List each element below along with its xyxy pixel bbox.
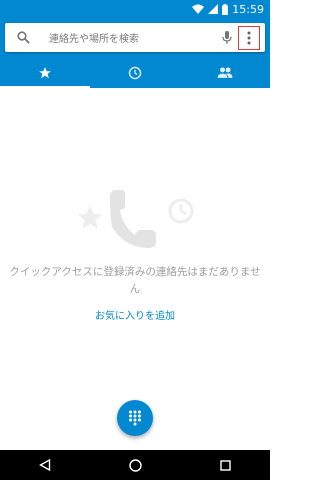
home-button[interactable] — [115, 458, 155, 472]
phone-icon — [110, 190, 156, 248]
mic-icon[interactable] — [216, 30, 238, 45]
more-options-button[interactable] — [238, 25, 260, 50]
tab-speed-dial[interactable] — [0, 58, 90, 88]
recents-icon — [219, 459, 231, 471]
tab-bar — [0, 58, 270, 88]
empty-state-illustration — [70, 185, 200, 255]
battery-icon — [222, 3, 229, 15]
tab-recents[interactable] — [90, 58, 180, 88]
system-nav-bar — [0, 450, 270, 480]
search-input[interactable]: 連絡先や場所を検索 — [41, 30, 216, 45]
empty-state-message: クイックアクセスに登録済みの連絡先はまだありません — [9, 266, 261, 295]
wifi-icon — [192, 4, 205, 14]
dialpad-icon — [129, 410, 141, 426]
search-bar[interactable]: 連絡先や場所を検索 — [5, 23, 265, 52]
search-icon[interactable] — [5, 31, 41, 44]
back-button[interactable] — [25, 459, 65, 471]
contacts-icon — [217, 67, 233, 78]
more-vert-icon — [247, 31, 251, 44]
star-icon — [39, 67, 51, 79]
star-icon — [78, 206, 102, 229]
app-header: 連絡先や場所を検索 — [0, 18, 270, 88]
signal-icon — [208, 4, 219, 14]
tab-contacts[interactable] — [180, 58, 270, 88]
status-time: 15:59 — [232, 2, 264, 16]
status-bar: 15:59 — [0, 0, 270, 18]
add-favorite-link[interactable]: お気に入りを追加 — [0, 307, 270, 322]
clock-icon — [128, 66, 142, 80]
recents-button[interactable] — [205, 459, 245, 471]
back-icon — [39, 459, 51, 471]
dialpad-button[interactable] — [117, 400, 153, 436]
clock-icon — [168, 198, 194, 224]
home-icon — [128, 458, 142, 472]
